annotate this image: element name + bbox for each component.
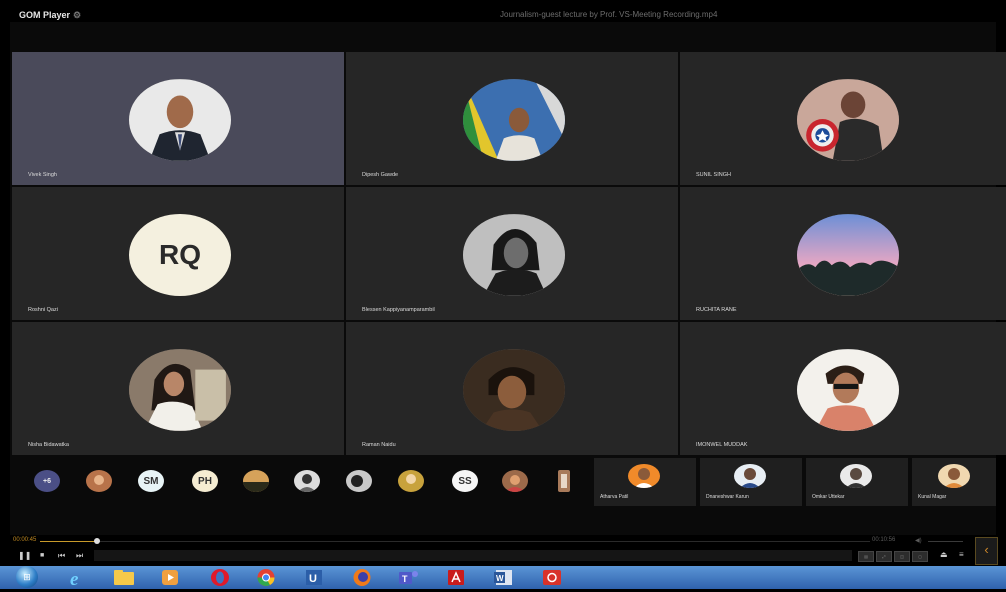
fullscreen-button[interactable]: ⤢	[876, 551, 892, 562]
participant-initials-avatar: RQ	[129, 214, 231, 296]
mini-avatar	[346, 470, 372, 492]
internet-explorer-icon[interactable]: e	[66, 568, 90, 590]
media-player-icon[interactable]	[158, 568, 182, 587]
participant-tile: Vivek Singh	[12, 52, 344, 185]
participant-name: SUNIL SINGH	[696, 172, 731, 178]
svg-text:U: U	[309, 573, 317, 585]
opera-icon[interactable]	[208, 568, 232, 587]
participant-name: IMONWEL MUDDAK	[696, 442, 748, 448]
volume-slider[interactable]	[928, 541, 963, 542]
subtitle-button[interactable]: ▤	[858, 551, 874, 562]
participant-tile: Blessen Kappiyanamparambil	[346, 187, 678, 320]
window-title: Journalism-guest lecture by Prof. VS-Mee…	[500, 10, 718, 19]
mini-avatar	[86, 470, 112, 492]
mini-avatar-initials: PH	[192, 470, 218, 492]
participant-name: RUCHITA RANE	[696, 307, 737, 313]
participant-mini-tile: Dnaneshwar Karun	[700, 458, 802, 506]
firefox-icon[interactable]	[350, 568, 374, 587]
pause-button[interactable]: ❚❚	[18, 551, 31, 561]
participant-avatar	[840, 464, 872, 488]
participant-mini-tile: Atharva Patil	[594, 458, 696, 506]
app-name: GOM Player	[19, 10, 71, 20]
eject-icon[interactable]: ⏏	[940, 550, 948, 559]
mini-avatar	[502, 470, 528, 492]
participant-name: Blessen Kappiyanamparambil	[362, 307, 435, 313]
participant-tile: SUNIL SINGH	[680, 52, 1006, 185]
mini-avatar	[243, 470, 269, 492]
participant-tile: RUCHITA RANE	[680, 187, 1006, 320]
mini-avatar	[398, 470, 424, 492]
svg-text:W: W	[496, 574, 504, 583]
participant-avatar	[628, 464, 660, 488]
participant-avatar	[463, 79, 565, 161]
participant-grid: Vivek Singh Dipesh Gawde SUNIL SINGH RQ …	[12, 52, 1006, 456]
word-icon[interactable]: W	[492, 568, 516, 587]
participant-mini-tile: Omkar Uttekar	[806, 458, 908, 506]
seek-bar[interactable]	[40, 538, 870, 544]
screen-ratio-button[interactable]: ◫	[894, 551, 910, 562]
participant-name: Dnaneshwar Karun	[706, 494, 749, 500]
participant-name: Kunal Magar	[918, 494, 947, 500]
participant-name: Roshni Qazi	[28, 307, 58, 313]
video-stage[interactable]: Vivek Singh Dipesh Gawde SUNIL SINGH RQ …	[10, 22, 1006, 537]
participant-tile: IMONWEL MUDDAK	[680, 322, 1006, 455]
capture-button[interactable]: ◻	[912, 551, 928, 562]
mini-avatar-initials: SM	[138, 470, 164, 492]
next-button[interactable]: ⏭	[76, 551, 83, 561]
playlist-toggle-button[interactable]: ‹	[975, 537, 998, 565]
participant-name: Dipesh Gawde	[362, 172, 399, 178]
participant-tile: RQ Roshni Qazi	[12, 187, 344, 320]
chrome-icon[interactable]	[254, 568, 278, 587]
participant-name: Nisha Bidawatka	[28, 442, 69, 448]
participant-avatar	[129, 349, 231, 431]
windows-taskbar: ⊞ e U T W	[0, 566, 1006, 590]
participant-avatar	[797, 79, 899, 161]
seek-handle[interactable]	[94, 538, 101, 544]
participant-avatar	[734, 464, 766, 488]
svg-text:T: T	[402, 574, 408, 584]
mini-avatar-initials: SS	[452, 470, 478, 492]
participant-avatar	[463, 214, 565, 296]
total-time: 00:10:56	[872, 537, 896, 543]
acrobat-icon[interactable]	[444, 568, 468, 587]
teams-icon[interactable]: T	[396, 568, 420, 587]
seek-progress	[40, 541, 98, 542]
word-mobile-icon[interactable]: U	[302, 568, 326, 587]
current-time: 00:00:45	[13, 537, 37, 543]
svg-text:e: e	[70, 569, 79, 587]
participant-name: Atharva Patil	[600, 494, 629, 500]
menu-icon[interactable]: ≡	[959, 550, 964, 559]
participant-avatar	[797, 214, 899, 296]
participant-strip: +6 SM PH SS Atharva Patil Dnaneshwar Kar…	[12, 458, 996, 506]
file-explorer-icon[interactable]	[112, 568, 136, 587]
participant-tile: Raman Naidu	[346, 322, 678, 455]
stop-button[interactable]: ■	[40, 551, 44, 561]
participant-avatar	[129, 79, 231, 161]
participant-name: Omkar Uttekar	[812, 494, 845, 500]
speaker-icon[interactable]: ◀)	[915, 537, 922, 544]
mini-avatar	[558, 470, 570, 492]
participant-name: Raman Naidu	[362, 442, 396, 448]
previous-button[interactable]: ⏮	[58, 551, 65, 561]
snipping-icon[interactable]	[540, 568, 564, 587]
app-logo: GOM Player ⚙	[19, 8, 81, 22]
participant-name: Vivek Singh	[28, 172, 57, 178]
participant-avatar	[938, 464, 970, 488]
control-panel-bar	[94, 550, 852, 561]
more-participants-badge[interactable]: +6	[34, 470, 60, 492]
player-controls: 00:00:45 00:10:56 ◀) ❚❚ ■ ⏮ ⏭ ▤ ⤢ ◫ ◻ ⏏ …	[10, 535, 996, 567]
participant-mini-tile: Kunal Magar	[912, 458, 996, 506]
title-bar: GOM Player ⚙ Journalism-guest lecture by …	[10, 8, 996, 22]
gear-icon[interactable]: ⚙	[73, 10, 81, 20]
participant-avatar	[797, 349, 899, 431]
participant-avatar	[463, 349, 565, 431]
participant-tile: Nisha Bidawatka	[12, 322, 344, 455]
mini-avatar	[294, 470, 320, 492]
participant-tile: Dipesh Gawde	[346, 52, 678, 185]
start-button[interactable]: ⊞	[16, 566, 38, 588]
